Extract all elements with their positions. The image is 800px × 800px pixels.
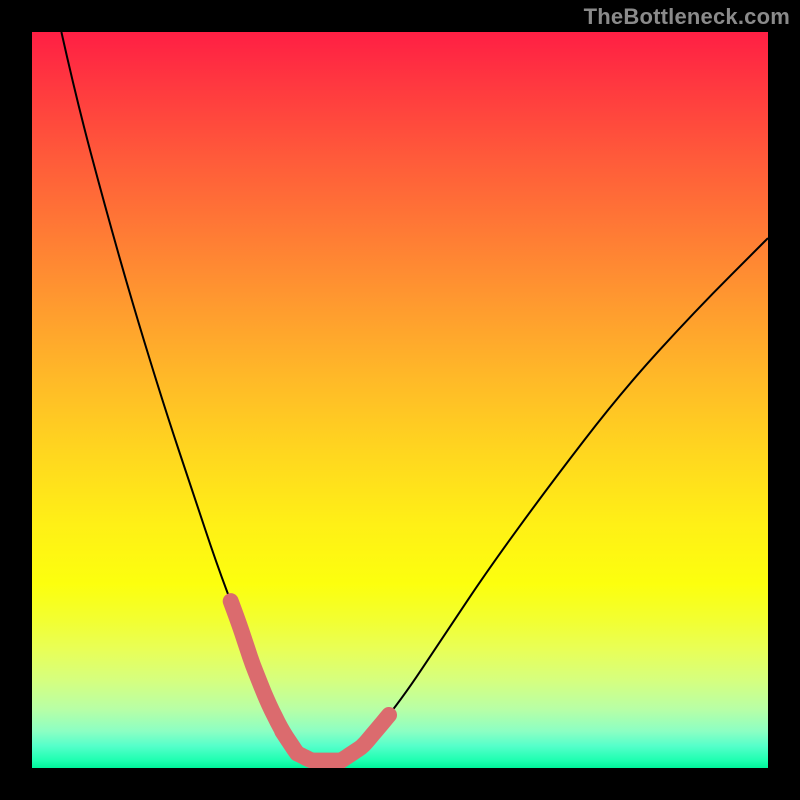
curve-layer [32, 32, 768, 768]
bottleneck-curve [61, 32, 768, 761]
highlight-valley-bottom [282, 731, 341, 760]
highlight-valley-right [341, 715, 389, 761]
plot-area [32, 32, 768, 768]
watermark-text: TheBottleneck.com [584, 4, 790, 30]
outer-frame: TheBottleneck.com [0, 0, 800, 800]
